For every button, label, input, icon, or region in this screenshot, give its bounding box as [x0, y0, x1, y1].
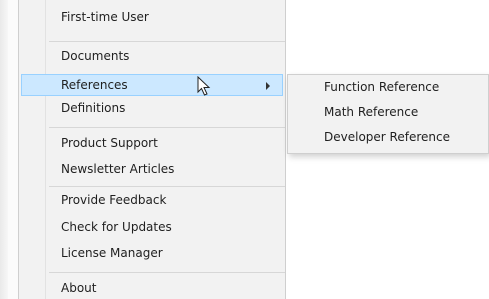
- menu-item-references[interactable]: References: [21, 74, 283, 96]
- submenu-item-function-reference[interactable]: Function Reference: [290, 76, 486, 98]
- menu-item-label: First-time User: [61, 10, 149, 24]
- window-background: [8, 0, 18, 299]
- context-menu: First-time User Documents References Def…: [18, 0, 286, 299]
- menu-separator: [49, 127, 285, 128]
- menu-item-documents[interactable]: Documents: [21, 45, 283, 67]
- menu-item-first-time-user[interactable]: First-time User: [21, 6, 283, 28]
- screen: First-time User Documents References Def…: [0, 0, 489, 299]
- menu-separator: [49, 272, 285, 273]
- menu-item-product-support[interactable]: Product Support: [21, 132, 283, 154]
- chevron-right-icon: [266, 82, 270, 90]
- submenu-item-developer-reference[interactable]: Developer Reference: [290, 126, 486, 148]
- menu-item-newsletter-articles[interactable]: Newsletter Articles: [21, 158, 283, 180]
- menu-item-label: License Manager: [61, 246, 163, 260]
- submenu-item-math-reference[interactable]: Math Reference: [290, 101, 486, 123]
- menu-item-label: Provide Feedback: [61, 193, 167, 207]
- menu-item-label: References: [61, 78, 128, 92]
- menu-item-label: About: [61, 281, 97, 295]
- menu-item-provide-feedback[interactable]: Provide Feedback: [21, 189, 283, 211]
- menu-item-check-for-updates[interactable]: Check for Updates: [21, 216, 283, 238]
- menu-item-about[interactable]: About: [21, 277, 283, 299]
- menu-separator: [49, 186, 285, 187]
- menu-item-label: Definitions: [61, 101, 126, 115]
- menu-item-label: Check for Updates: [61, 220, 172, 234]
- menu-item-license-manager[interactable]: License Manager: [21, 242, 283, 264]
- menu-item-label: Product Support: [61, 136, 158, 150]
- submenu-item-label: Developer Reference: [324, 130, 450, 144]
- submenu-item-label: Math Reference: [324, 105, 419, 119]
- submenu-item-label: Function Reference: [324, 80, 440, 94]
- menu-item-definitions[interactable]: Definitions: [21, 97, 283, 119]
- references-submenu: Function Reference Math Reference Develo…: [287, 74, 489, 154]
- menu-item-label: Newsletter Articles: [61, 162, 175, 176]
- mouse-pointer-icon: [197, 76, 211, 96]
- menu-item-label: Documents: [61, 49, 130, 63]
- menu-separator: [49, 41, 285, 42]
- window-edge: [0, 0, 8, 299]
